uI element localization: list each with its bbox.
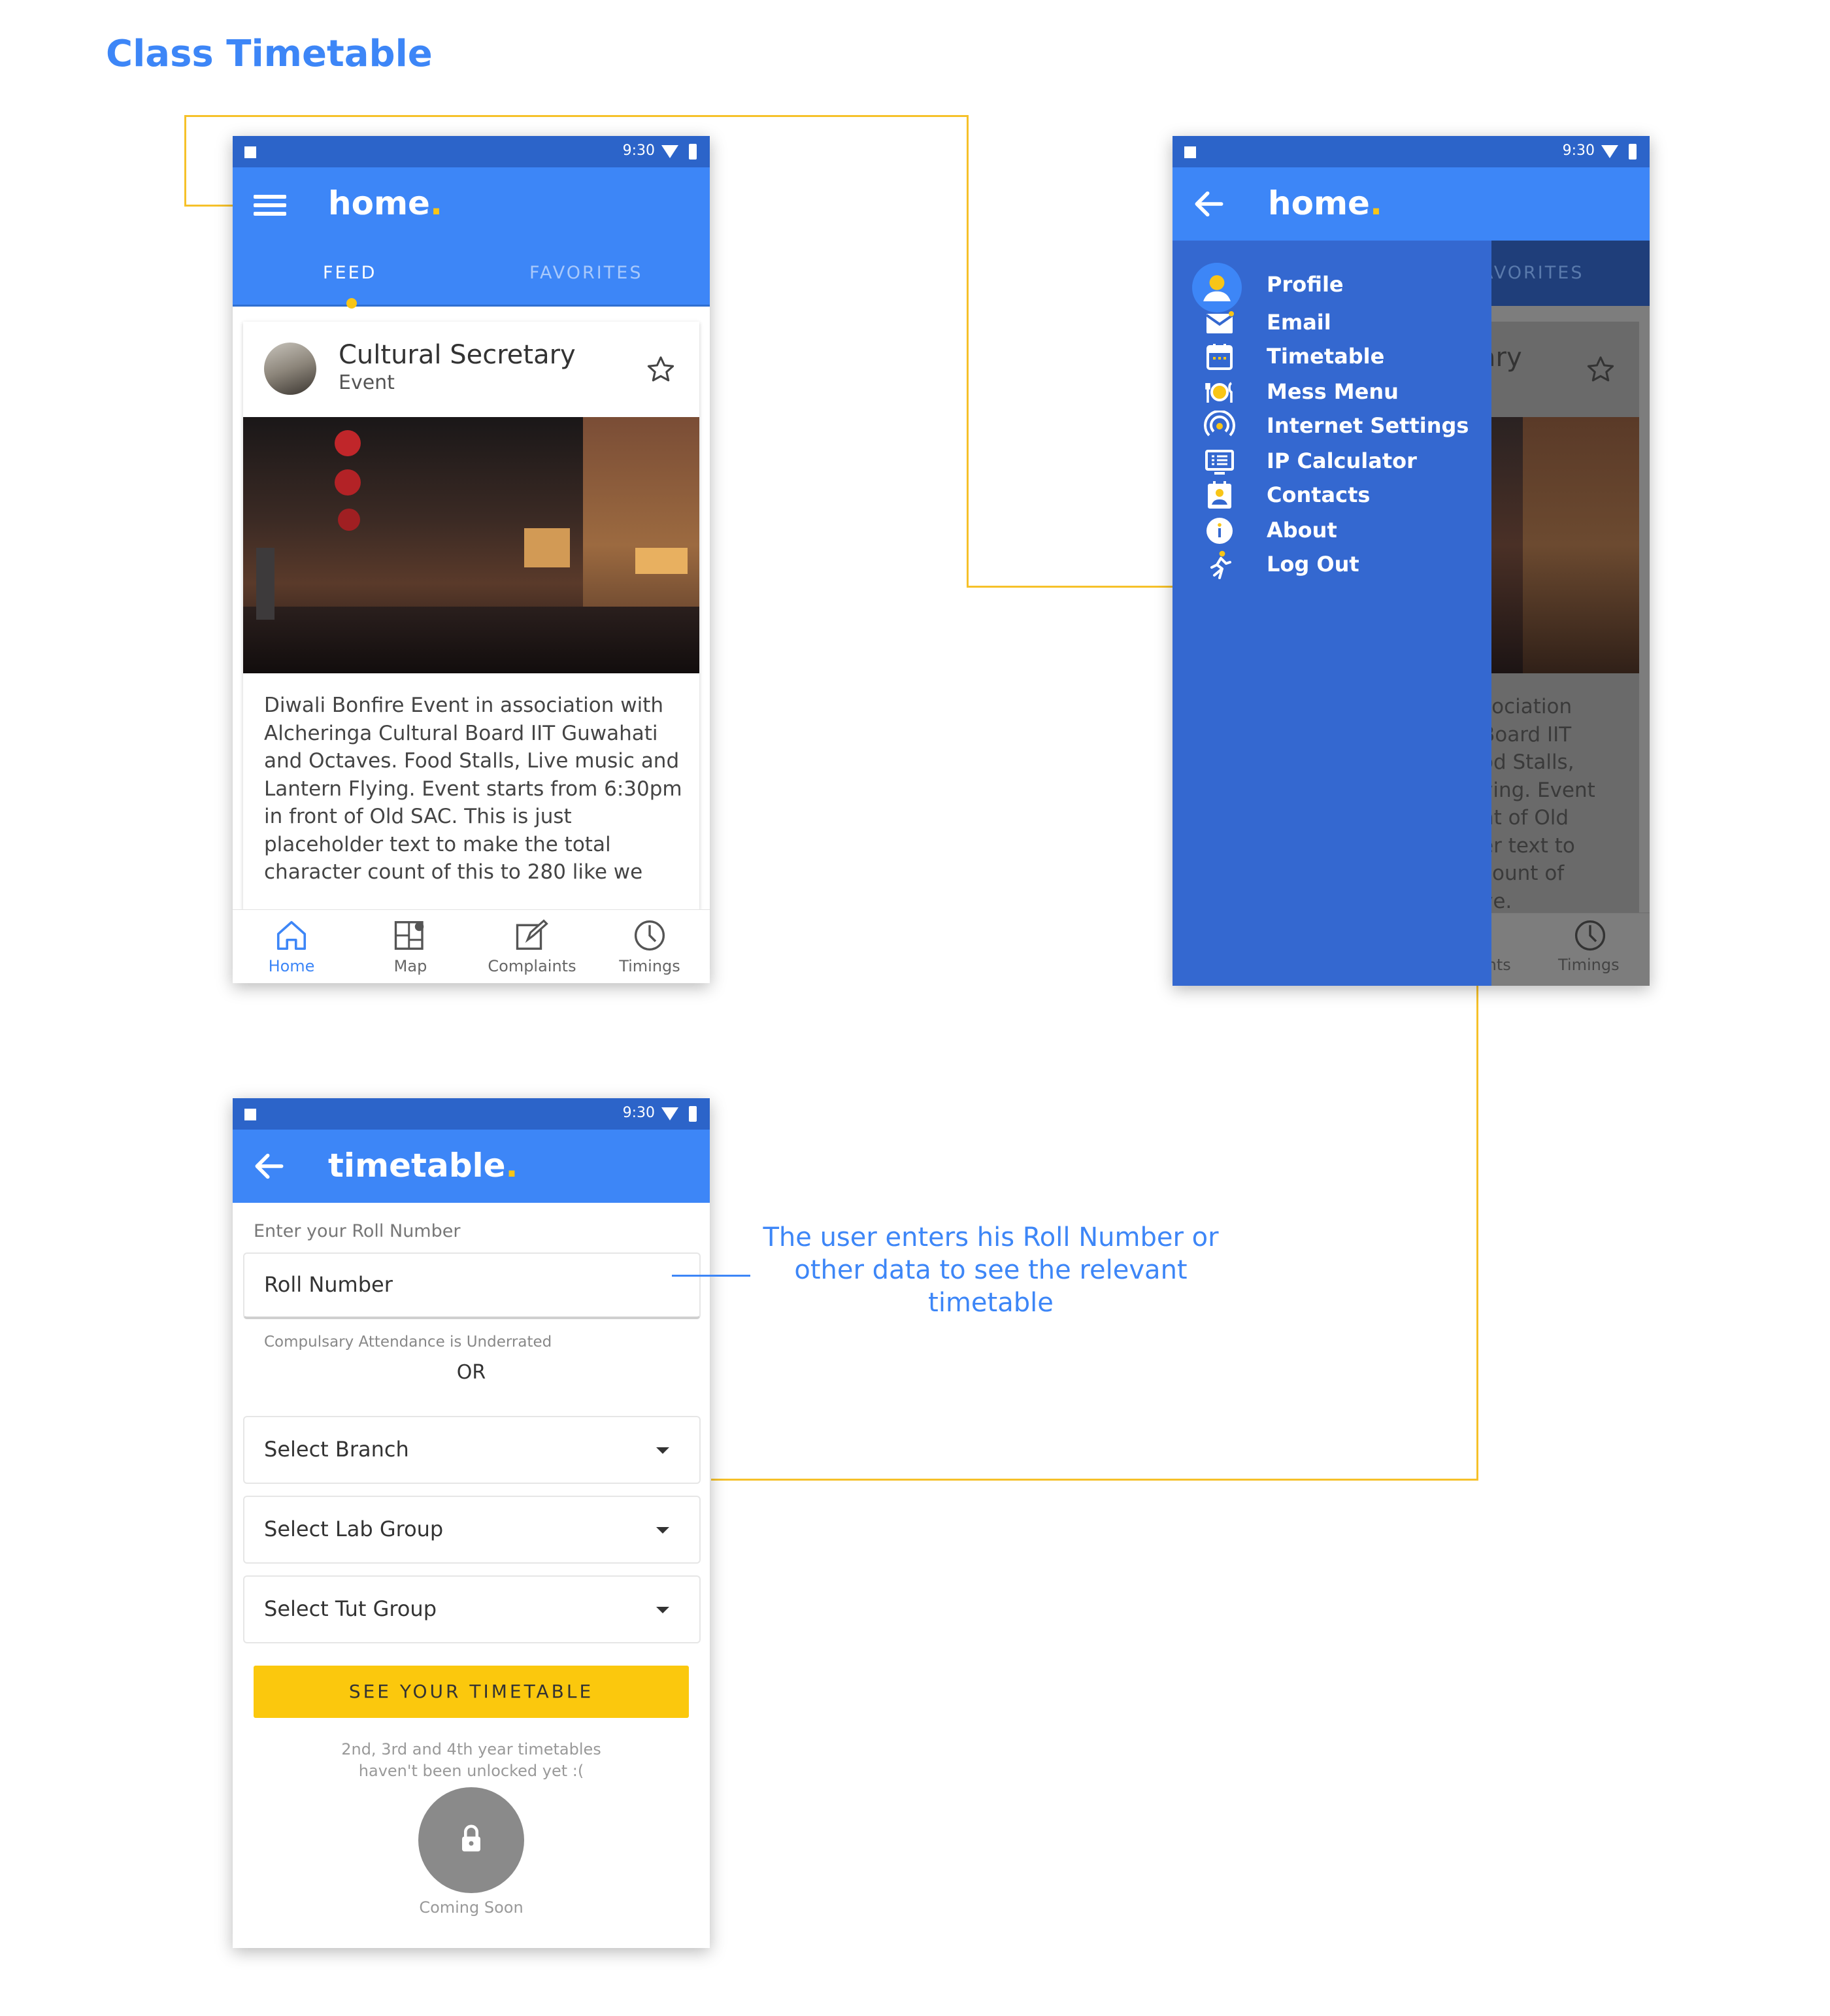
drawer-item-label: Timetable (1267, 344, 1385, 369)
battery-icon (689, 1106, 697, 1122)
drawer-item-log-out[interactable]: Log Out (1173, 539, 1491, 591)
avatar (264, 343, 316, 395)
nav-timings-label: Timings (619, 957, 680, 975)
app-bar: home. (233, 167, 710, 241)
lock-button (418, 1787, 524, 1893)
notification-icon (244, 146, 256, 158)
logout-icon (1210, 550, 1231, 579)
dropdown-arrow-icon (656, 1607, 669, 1613)
star-icon[interactable] (646, 354, 676, 384)
map-icon (394, 921, 424, 950)
roll-number-input[interactable]: Roll Number (243, 1252, 701, 1319)
wifi-icon (1601, 145, 1618, 158)
card-body: Diwali Bonfire Event in association with… (264, 694, 682, 884)
feed-card[interactable]: Cultural Secretary Event Diwali Bonfire … (243, 322, 699, 910)
page-title: Class Timetable (106, 33, 433, 75)
coming-soon-label: Coming Soon (419, 1898, 524, 1917)
drawer-item-label: Internet Settings (1267, 413, 1469, 438)
lock-icon (462, 1824, 480, 1852)
select-tut-group[interactable]: Select Tut Group (243, 1575, 701, 1643)
dropdown-arrow-icon (656, 1447, 669, 1454)
helper-text: Compulsary Attendance is Underrated (264, 1334, 552, 1351)
home-icon (276, 920, 307, 950)
drawer-item-label: Contacts (1267, 482, 1371, 507)
bg-star-icon (1587, 356, 1614, 382)
bg-card-body: sociation Board IIT od Stalls, ying. Eve… (1481, 695, 1595, 913)
nav-map-label: Map (393, 957, 427, 975)
battery-icon (689, 144, 697, 160)
bg-clock-icon (1574, 920, 1606, 951)
card-type: Event (339, 371, 395, 394)
nav-timings[interactable]: Timings (597, 919, 702, 975)
select-lab-group[interactable]: Select Lab Group (243, 1496, 701, 1564)
active-tab-indicator (346, 298, 357, 309)
roll-number-placeholder: Roll Number (264, 1272, 393, 1297)
select-branch[interactable]: Select Branch (243, 1416, 701, 1484)
back-arrow-icon[interactable] (251, 1148, 288, 1184)
app-title: timetable. (328, 1147, 518, 1184)
bottom-nav: Home Map Complaints Timings (233, 909, 710, 983)
edit-icon (516, 919, 548, 950)
app-bar: timetable. (233, 1130, 710, 1203)
notification-icon (1184, 146, 1196, 158)
wifi-icon (661, 145, 678, 158)
event-image (243, 417, 699, 673)
see-timetable-button[interactable]: SEE YOUR TIMETABLE (254, 1666, 689, 1718)
back-arrow-icon[interactable] (1191, 186, 1227, 222)
tab-feed[interactable]: FEED (323, 263, 376, 283)
nav-complaints-label: Complaints (488, 957, 576, 975)
status-time: 9:30 (622, 143, 655, 159)
or-divider: OR (456, 1361, 486, 1384)
status-time: 9:30 (1562, 143, 1595, 159)
select-label: Select Lab Group (264, 1517, 444, 1541)
app-title: home. (1268, 184, 1382, 222)
clock-icon (634, 920, 665, 951)
status-bar: 9:30 (233, 1098, 710, 1130)
status-time: 9:30 (622, 1105, 655, 1121)
card-author: Cultural Secretary (339, 340, 576, 370)
tab-bar: FEED FAVORITES (233, 241, 710, 309)
dropdown-arrow-icon (656, 1527, 669, 1534)
wifi-icon (661, 1107, 678, 1120)
drawer-item-label: Log Out (1267, 552, 1359, 577)
menu-icon[interactable] (254, 195, 286, 216)
app-title: home. (328, 184, 442, 222)
notification-icon (244, 1109, 256, 1120)
bg-nav-timings: Timings (1558, 956, 1620, 974)
unlock-note: 2nd, 3rd and 4th year timetables haven't… (341, 1740, 601, 1780)
status-bar: 9:30 (1173, 136, 1650, 167)
home-screen: 9:30 home. FEED FAVORITES Cultural Secre… (233, 136, 710, 983)
drawer-item-label: Profile (1267, 272, 1344, 297)
timetable-screen: 9:30 timetable. Enter your Roll Number R… (233, 1098, 710, 1948)
select-label: Select Tut Group (264, 1596, 437, 1621)
battery-icon (1629, 144, 1637, 160)
navigation-drawer: Profile Email Timetable Mess Menu Intern… (1173, 241, 1491, 986)
nav-map[interactable]: Map (358, 919, 463, 975)
roll-number-label: Enter your Roll Number (254, 1221, 461, 1241)
annotation-pointer (672, 1275, 750, 1277)
status-bar: 9:30 (233, 136, 710, 167)
app-bar: home. (1173, 167, 1650, 241)
annotation-text: The user enters his Roll Number or other… (763, 1222, 1219, 1318)
nav-home-label: Home (268, 957, 315, 975)
select-label: Select Branch (264, 1437, 409, 1462)
drawer-screen: FAVORITES ary sociation Board IIT od Sta… (1173, 136, 1650, 986)
tab-favorites[interactable]: FAVORITES (529, 263, 642, 283)
nav-home[interactable]: Home (239, 919, 344, 975)
nav-complaints[interactable]: Complaints (480, 919, 584, 975)
